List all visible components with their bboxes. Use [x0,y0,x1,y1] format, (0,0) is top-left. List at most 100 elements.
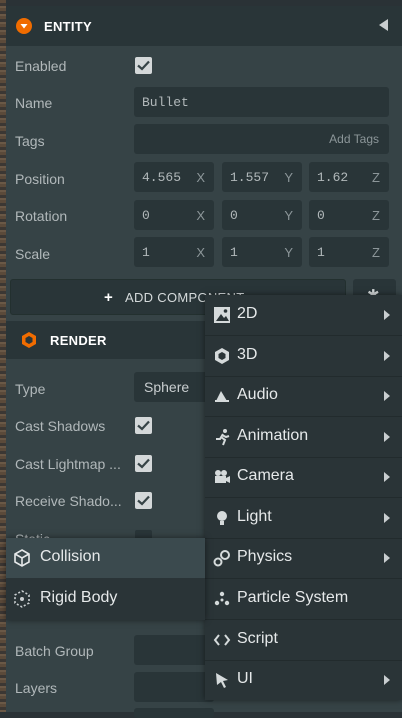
batch-group-label: Batch Group [15,643,94,659]
menu-item-particle-system-label: Particle System [237,589,349,606]
name-label: Name [15,95,53,111]
position-label: Position [15,171,65,187]
cast-lightmap-checkbox[interactable] [135,455,152,472]
camera-icon [213,468,231,486]
code-icon [213,631,231,649]
collapse-icon[interactable] [16,18,32,34]
cast-shadows-checkbox[interactable] [135,417,152,434]
name-input[interactable]: Bullet [134,87,389,117]
menu-item-camera[interactable]: Camera [205,457,402,498]
menu-item-physics-label: Physics [237,548,293,565]
menu-item-light[interactable]: Light [205,498,402,539]
entity-title: ENTITY [44,19,93,34]
menu-item-script[interactable]: Script [205,620,402,661]
entity-header[interactable]: ENTITY [6,6,402,46]
physics-icon [213,549,231,567]
extra-field[interactable] [134,708,214,718]
position-x-field[interactable]: 4.565 X [134,162,214,192]
rigidbody-icon [13,590,31,608]
axis-x-label: X [196,170,205,185]
submenu-item-rigid-body[interactable]: Rigid Body [6,579,205,619]
menu-item-ui[interactable]: UI [205,660,402,700]
rotation-x-field[interactable]: 0 X [134,200,214,230]
rotation-z-field[interactable]: 0 Z [309,200,389,230]
menu-item-camera-label: Camera [237,467,294,484]
render-title: RENDER [50,333,107,348]
axis-z-label: Z [372,170,380,185]
submenu-arrow-icon [384,675,390,685]
layers-select[interactable] [134,672,214,702]
scale-z-value: 1 [317,245,325,260]
axis-z-label: Z [372,208,380,223]
layers-label: Layers [15,680,58,696]
scale-label: Scale [15,246,51,262]
image-icon [213,306,231,324]
speaker-icon [213,387,231,405]
lightbulb-icon [213,509,231,527]
scale-x-value: 1 [142,245,150,260]
menu-item-script-label: Script [237,630,278,647]
position-y-value: 1.557 [230,170,270,185]
type-value: Sphere [144,379,190,395]
hexagon-icon [213,347,231,365]
menu-item-physics[interactable]: Physics [205,538,402,579]
menu-item-audio-label: Audio [237,386,278,403]
menu-item-particle-system[interactable]: Particle System [205,579,402,620]
position-z-field[interactable]: 1.62 Z [309,162,389,192]
type-label: Type [15,381,46,397]
menu-item-animation[interactable]: Animation [205,417,402,458]
axis-x-label: X [196,245,205,260]
tags-label: Tags [15,133,45,149]
menu-item-3d-label: 3D [237,346,258,363]
submenu-arrow-icon [384,432,390,442]
rotation-y-field[interactable]: 0 Y [222,200,302,230]
batch-group-select[interactable] [134,635,214,665]
scale-z-field[interactable]: 1 Z [309,237,389,267]
rotation-z-value: 0 [317,208,325,223]
physics-submenu: Collision Rigid Body [6,538,205,620]
menu-item-light-label: Light [237,508,272,525]
axis-z-label: Z [372,245,380,260]
submenu-item-collision-label: Collision [40,548,101,565]
running-figure-icon [213,428,231,446]
scale-y-field[interactable]: 1 Y [222,237,302,267]
submenu-item-rigid-body-label: Rigid Body [40,589,118,606]
position-y-field[interactable]: 1.557 Y [222,162,302,192]
axis-y-label: Y [284,208,293,223]
axis-y-label: Y [284,245,293,260]
submenu-item-collision[interactable]: Collision [6,538,205,578]
scale-x-field[interactable]: 1 X [134,237,214,267]
rotation-x-value: 0 [142,208,150,223]
menu-item-animation-label: Animation [237,427,309,444]
menu-item-3d[interactable]: 3D [205,336,402,377]
submenu-arrow-icon [384,391,390,401]
rotation-y-value: 0 [230,208,238,223]
name-value: Bullet [142,95,189,110]
enabled-checkbox[interactable] [135,57,152,74]
submenu-arrow-icon [384,553,390,563]
add-component-menu: 2D 3D Audio Animation Camera Light Physi… [205,295,402,700]
enabled-label: Enabled [15,58,67,74]
cube-icon [13,549,31,567]
receive-shadows-checkbox[interactable] [135,492,152,509]
particles-icon [213,590,231,608]
submenu-arrow-icon [384,513,390,523]
axis-y-label: Y [284,170,293,185]
panel-collapse-arrow-icon[interactable] [379,19,388,31]
menu-item-audio[interactable]: Audio [205,376,402,417]
submenu-arrow-icon [384,472,390,482]
type-select[interactable]: Sphere [134,372,214,402]
menu-item-2d[interactable]: 2D [205,295,402,336]
cursor-icon [213,671,231,689]
receive-shadows-label: Receive Shado... [15,493,122,509]
cast-shadows-label: Cast Shadows [15,418,106,434]
position-z-value: 1.62 [317,170,349,185]
render-component-icon [20,331,38,352]
position-x-value: 4.565 [142,170,182,185]
tags-input[interactable]: Add Tags [134,124,389,154]
menu-item-ui-label: UI [237,670,253,687]
scale-y-value: 1 [230,245,238,260]
rotation-label: Rotation [15,208,68,224]
submenu-arrow-icon [384,351,390,361]
axis-x-label: X [196,208,205,223]
